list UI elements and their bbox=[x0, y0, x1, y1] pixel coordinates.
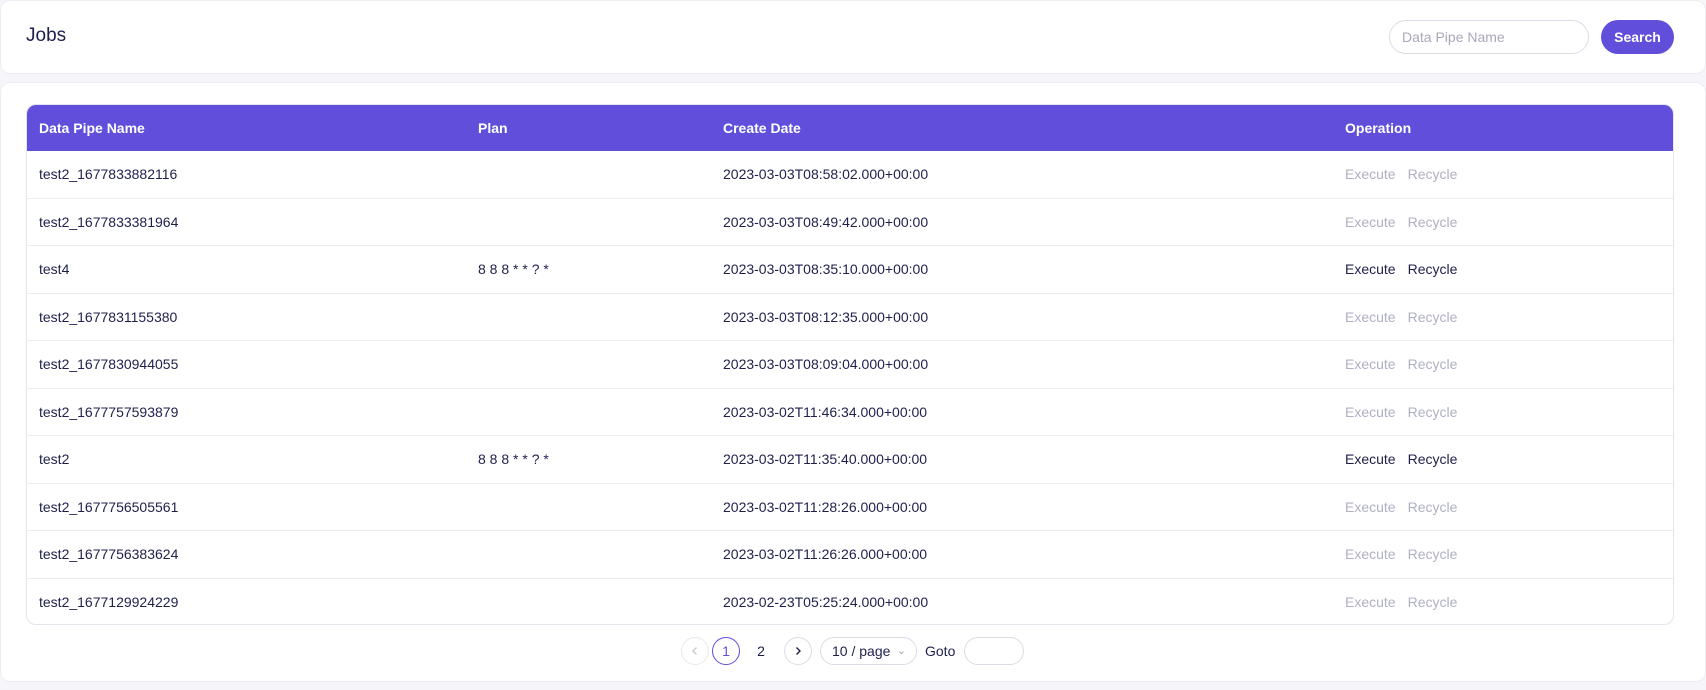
jobs-table: Data Pipe Name Plan Create Date Operatio… bbox=[26, 104, 1674, 625]
cell-operation: Execute Recycle bbox=[1345, 341, 1469, 388]
cell-data-pipe-name: test2_1677129924229 bbox=[39, 593, 179, 610]
chevron-right-icon bbox=[796, 647, 801, 655]
cell-data-pipe-name: test2_1677833882116 bbox=[39, 166, 178, 182]
table-row: test2_1677756505561 2023-03-02T11:28:26.0… bbox=[27, 484, 1673, 531]
execute-button[interactable]: Execute bbox=[1345, 214, 1396, 230]
header-bar: Jobs Search bbox=[0, 0, 1706, 74]
table-row: test2_1677129924229 2023-02-23T05:25:24.0… bbox=[27, 579, 1673, 625]
execute-button[interactable]: Execute bbox=[1345, 499, 1396, 515]
recycle-button[interactable]: Recycle bbox=[1408, 594, 1458, 610]
table-row: test2_1677831155380 2023-03-03T08:12:35.0… bbox=[27, 294, 1673, 341]
page-size-value: 10 / page bbox=[832, 643, 891, 659]
execute-button[interactable]: Execute bbox=[1345, 451, 1396, 467]
recycle-button[interactable]: Recycle bbox=[1408, 356, 1458, 372]
table-row: test2_1677833381964 2023-03-03T08:49:42.0… bbox=[27, 199, 1673, 246]
cell-data-pipe-name: test2_1677756383624 bbox=[39, 546, 179, 562]
cell-data-pipe-name: test2_1677830944055 bbox=[39, 356, 179, 372]
table-row: test2_1677756383624 2023-03-02T11:26:26.0… bbox=[27, 531, 1673, 579]
column-header-create-date: Create Date bbox=[723, 120, 801, 136]
column-header-data-pipe-name: Data Pipe Name bbox=[39, 120, 145, 136]
cell-create-date: 2023-03-02T11:26:26.000+00:00 bbox=[723, 546, 928, 562]
cell-create-date: 2023-03-02T11:35:40.000+00:00 bbox=[723, 451, 928, 467]
cell-operation: Execute Recycle bbox=[1345, 246, 1469, 293]
prev-page-button[interactable] bbox=[681, 637, 709, 665]
chevron-left-icon bbox=[692, 647, 697, 655]
table-row: test2_1677833882116 2023-03-03T08:58:02.0… bbox=[27, 151, 1673, 199]
cell-data-pipe-name: test2_1677757593879 bbox=[39, 403, 179, 420]
recycle-button[interactable]: Recycle bbox=[1408, 214, 1458, 230]
cell-plan: 8 8 8 * * ? * bbox=[478, 451, 549, 467]
recycle-button[interactable]: Recycle bbox=[1408, 309, 1458, 325]
table-header: Data Pipe Name Plan Create Date Operatio… bbox=[27, 105, 1673, 151]
cell-operation: Execute Recycle bbox=[1345, 531, 1469, 578]
cell-create-date: 2023-03-02T11:46:34.000+00:00 bbox=[723, 403, 928, 420]
cell-create-date: 2023-03-03T08:35:10.000+00:00 bbox=[723, 261, 929, 277]
execute-button[interactable]: Execute bbox=[1345, 356, 1396, 372]
recycle-button[interactable]: Recycle bbox=[1408, 261, 1458, 277]
cell-create-date: 2023-03-03T08:58:02.000+00:00 bbox=[723, 166, 929, 182]
cell-operation: Execute Recycle bbox=[1345, 484, 1469, 531]
cell-create-date: 2023-03-03T08:09:04.000+00:00 bbox=[723, 356, 929, 372]
execute-button[interactable]: Execute bbox=[1345, 594, 1396, 610]
cell-operation: Execute Recycle bbox=[1345, 199, 1469, 246]
recycle-button[interactable]: Recycle bbox=[1408, 451, 1458, 467]
cell-create-date: 2023-02-23T05:25:24.000+00:00 bbox=[723, 593, 929, 610]
cell-create-date: 2023-03-02T11:28:26.000+00:00 bbox=[723, 498, 928, 515]
recycle-button[interactable]: Recycle bbox=[1408, 166, 1458, 182]
page-title: Jobs bbox=[26, 25, 67, 46]
cell-plan: 8 8 8 * * ? * bbox=[478, 261, 549, 277]
cell-create-date: 2023-03-03T08:12:35.000+00:00 bbox=[723, 308, 929, 325]
cell-operation: Execute Recycle bbox=[1345, 294, 1469, 341]
recycle-button[interactable]: Recycle bbox=[1408, 404, 1458, 420]
recycle-button[interactable]: Recycle bbox=[1408, 546, 1458, 562]
next-page-button[interactable] bbox=[784, 637, 812, 665]
cell-create-date: 2023-03-03T08:49:42.000+00:00 bbox=[723, 213, 929, 230]
table-row: test2_1677830944055 2023-03-03T08:09:04.0… bbox=[27, 341, 1673, 389]
page-button-2[interactable]: 2 bbox=[747, 637, 775, 665]
chevron-down-icon: ⌄ bbox=[896, 645, 906, 657]
cell-operation: Execute Recycle bbox=[1345, 151, 1469, 198]
execute-button[interactable]: Execute bbox=[1345, 261, 1396, 277]
jobs-panel: Data Pipe Name Plan Create Date Operatio… bbox=[0, 82, 1706, 682]
recycle-button[interactable]: Recycle bbox=[1408, 499, 1458, 515]
search-button[interactable]: Search bbox=[1601, 20, 1674, 54]
cell-operation: Execute Recycle bbox=[1345, 436, 1469, 483]
execute-button[interactable]: Execute bbox=[1345, 404, 1396, 420]
table-row: test2 8 8 8 * * ? * 2023-03-02T11:35:40.00… bbox=[27, 436, 1673, 484]
cell-data-pipe-name: test4 bbox=[39, 261, 70, 277]
goto-input[interactable] bbox=[964, 637, 1024, 665]
execute-button[interactable]: Execute bbox=[1345, 546, 1396, 562]
execute-button[interactable]: Execute bbox=[1345, 309, 1396, 325]
cell-data-pipe-name: test2_1677833381964 bbox=[39, 213, 179, 230]
pagination: 1 2 10 / page ⌄ Goto bbox=[1, 635, 1706, 665]
goto-label: Goto bbox=[925, 643, 956, 659]
cell-operation: Execute Recycle bbox=[1345, 389, 1469, 436]
search-input[interactable] bbox=[1389, 20, 1589, 54]
column-header-operation: Operation bbox=[1345, 120, 1412, 136]
cell-data-pipe-name: test2 bbox=[39, 451, 70, 467]
column-header-plan: Plan bbox=[478, 120, 508, 136]
cell-data-pipe-name: test2_1677756505561 bbox=[39, 498, 179, 515]
table-row: test2_1677757593879 2023-03-02T11:46:34.0… bbox=[27, 389, 1673, 436]
page-size-select[interactable]: 10 / page ⌄ bbox=[820, 637, 917, 665]
execute-button[interactable]: Execute bbox=[1345, 166, 1396, 182]
table-row: test4 8 8 8 * * ? * 2023-03-03T08:35:10.00… bbox=[27, 246, 1673, 294]
page-button-1[interactable]: 1 bbox=[712, 637, 740, 665]
cell-operation: Execute Recycle bbox=[1345, 579, 1469, 625]
cell-data-pipe-name: test2_1677831155380 bbox=[39, 308, 178, 325]
